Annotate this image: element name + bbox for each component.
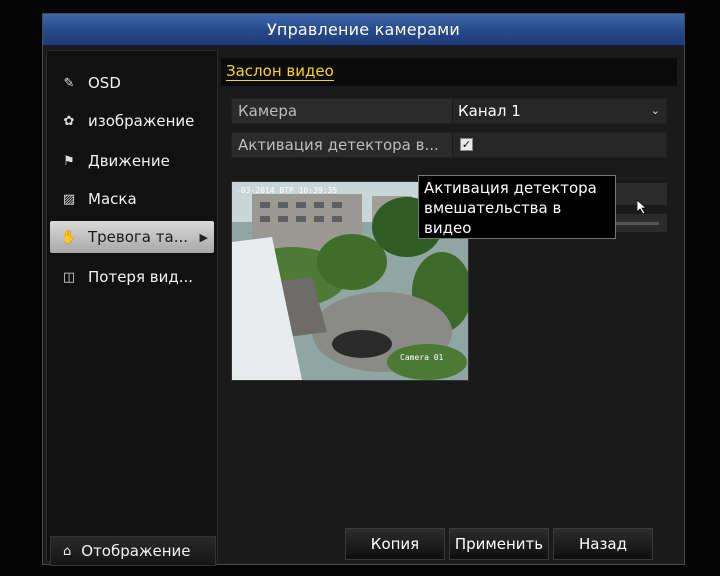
camera-select[interactable]: Канал 1 ⌄ [452,99,666,123]
tooltip: Активация детектора вмешательства в виде… [418,175,616,239]
sidebar-item-mask[interactable]: ▨ Маска [50,183,214,215]
preview-osd-date: -03-2014 ВТР 10:39:35 [236,186,337,195]
chevron-right-icon: ▶ [199,230,208,244]
activate-checkbox[interactable]: ✓ [460,138,473,151]
activate-row: Активация детектора в... ✓ [231,132,667,158]
sidebar-item-video-loss[interactable]: ◫ Потеря вид... [50,261,214,293]
pen-icon: ✎ [63,75,75,91]
display-button[interactable]: ⌂ Отображение [50,536,216,566]
sidebar-item-label: Маска [88,190,137,208]
sidebar-item-label: изображение [88,112,195,130]
section-header: Заслон видео [221,58,677,86]
display-button-label: Отображение [81,542,191,560]
home-icon: ⌂ [63,543,72,559]
video-loss-icon: ◫ [62,269,76,285]
palette-icon: ✿ [63,113,75,129]
running-man-icon: ⚑ [63,153,75,169]
copy-button[interactable]: Копия [345,528,445,560]
back-button[interactable]: Назад [553,528,653,560]
sidebar-item-label: Движение [88,152,170,170]
sidebar-item-image[interactable]: ✿ изображение [50,105,214,137]
activate-label: Активация детектора в... [238,136,439,154]
section-title: Заслон видео [226,62,334,81]
apply-button[interactable]: Применить [449,528,549,560]
mouse-cursor-icon [636,199,648,218]
camera-management-window: Управление камерами ✎ OSD ✿ изображение … [42,13,685,566]
sidebar-item-osd[interactable]: ✎ OSD [50,67,214,99]
camera-label: Камера [238,102,298,120]
camera-row: Камера Канал 1 ⌄ [231,98,667,124]
sidebar-item-label: Тревога та... [88,228,189,246]
window-title: Управление камерами [43,14,684,46]
mask-icon: ▨ [62,191,76,207]
sidebar-item-label: Потеря вид... [88,268,193,286]
sidebar: ✎ OSD ✿ изображение ⚑ Движение ▨ Маска ✋… [46,50,218,566]
main-panel: Заслон видео Камера Канал 1 ⌄ Активация … [221,50,683,562]
sidebar-item-motion[interactable]: ⚑ Движение [50,145,214,177]
hand-icon: ✋ [60,229,78,245]
camera-select-value: Канал 1 [458,102,521,120]
sidebar-item-tamper-alarm[interactable]: ✋ Тревога та... ▶ [50,221,214,253]
sidebar-item-label: OSD [88,74,121,92]
chevron-down-icon: ⌄ [650,104,660,117]
activate-cell: ✓ [452,133,666,157]
preview-camera-name: Camera 01 [400,353,444,362]
